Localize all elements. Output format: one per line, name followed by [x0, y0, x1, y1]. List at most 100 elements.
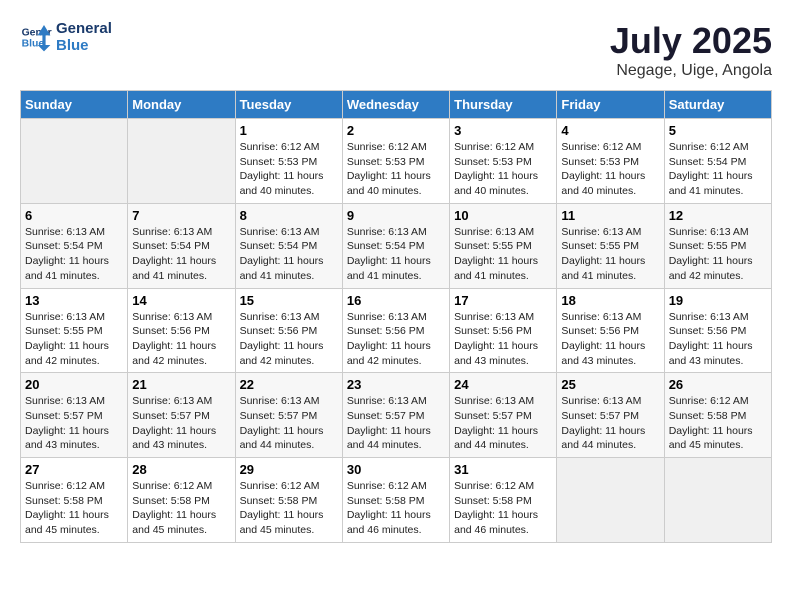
- sunset-label: Sunset: 5:54 PM: [240, 240, 318, 252]
- sunset-label: Sunset: 5:54 PM: [669, 156, 747, 168]
- sunset-label: Sunset: 5:55 PM: [561, 240, 639, 252]
- weekday-header: Sunday: [21, 91, 128, 119]
- sunrise-label: Sunrise: 6:12 AM: [347, 141, 427, 153]
- weekday-header: Friday: [557, 91, 664, 119]
- sunrise-label: Sunrise: 6:13 AM: [132, 226, 212, 238]
- calendar-week-row: 1Sunrise: 6:12 AMSunset: 5:53 PMDaylight…: [21, 119, 772, 204]
- day-info: Sunrise: 6:13 AMSunset: 5:56 PMDaylight:…: [240, 310, 338, 369]
- day-info: Sunrise: 6:13 AMSunset: 5:54 PMDaylight:…: [25, 225, 123, 284]
- daylight-label: Daylight: 11 hours and 46 minutes.: [454, 509, 538, 536]
- calendar-week-row: 27Sunrise: 6:12 AMSunset: 5:58 PMDayligh…: [21, 458, 772, 543]
- calendar-cell: 14Sunrise: 6:13 AMSunset: 5:56 PMDayligh…: [128, 288, 235, 373]
- sunrise-label: Sunrise: 6:13 AM: [669, 311, 749, 323]
- daylight-label: Daylight: 11 hours and 44 minutes.: [347, 425, 431, 452]
- day-info: Sunrise: 6:13 AMSunset: 5:57 PMDaylight:…: [240, 394, 338, 453]
- sunset-label: Sunset: 5:58 PM: [347, 495, 425, 507]
- sunrise-label: Sunrise: 6:13 AM: [669, 226, 749, 238]
- sunrise-label: Sunrise: 6:13 AM: [454, 311, 534, 323]
- sunrise-label: Sunrise: 6:13 AM: [25, 226, 105, 238]
- sunrise-label: Sunrise: 6:13 AM: [347, 311, 427, 323]
- day-info: Sunrise: 6:13 AMSunset: 5:56 PMDaylight:…: [132, 310, 230, 369]
- calendar-cell: 25 Sunrise: 6:13 AMSunset: 5:57 PMDayligh…: [557, 373, 664, 458]
- sunrise-label: Sunrise: 6:12 AM: [132, 480, 212, 492]
- day-info: Sunrise: 6:13 AMSunset: 5:55 PMDaylight:…: [454, 225, 552, 284]
- calendar-cell: 8Sunrise: 6:13 AMSunset: 5:54 PMDaylight…: [235, 203, 342, 288]
- day-info: Sunrise: 6:13 AM Sunset: 5:54 PM Daylight:…: [240, 225, 338, 284]
- day-number: 4: [561, 123, 659, 138]
- calendar-cell: 13Sunrise: 6:13 AMSunset: 5:55 PMDayligh…: [21, 288, 128, 373]
- daylight-label: Daylight: 11 hours and 40 minutes.: [347, 170, 431, 197]
- day-number: 16: [347, 293, 445, 308]
- daylight-label: Daylight: 11 hours and 40 minutes.: [454, 170, 538, 197]
- daylight-label: Daylight: 11 hours and 41 minutes.: [561, 255, 645, 282]
- sunrise-label: Sunrise: 6:13 AM: [25, 395, 105, 407]
- daylight-label: Daylight: 11 hours and 42 minutes.: [132, 340, 216, 367]
- sunset-label: Sunset: 5:58 PM: [132, 495, 210, 507]
- weekday-header: Wednesday: [342, 91, 449, 119]
- sunset-label: Sunset: 5:58 PM: [240, 495, 318, 507]
- day-info: Sunrise: 6:12 AMSunset: 5:53 PMDaylight:…: [454, 140, 552, 199]
- day-info: Sunrise: 6:12 AMSunset: 5:53 PMDaylight:…: [561, 140, 659, 199]
- sunrise-label: Sunrise: 6:13 AM: [25, 311, 105, 323]
- sunrise-label: Sunrise: 6:13 AM: [240, 226, 320, 238]
- sunset-label: Sunset: 5:55 PM: [454, 240, 532, 252]
- calendar-cell: [664, 458, 771, 543]
- calendar-cell: 27 Sunrise: 6:12 AMSunset: 5:58 PMDayligh…: [21, 458, 128, 543]
- day-info: Sunrise: 6:12 AMSunset: 5:58 PMDaylight:…: [25, 479, 123, 538]
- calendar-cell: 18 Sunrise: 6:13 AMSunset: 5:56 PMDayligh…: [557, 288, 664, 373]
- calendar-week-row: 20Sunrise: 6:13 AMSunset: 5:57 PMDayligh…: [21, 373, 772, 458]
- sunrise-label: Sunrise: 6:13 AM: [132, 311, 212, 323]
- sunset-label: Sunset: 5:57 PM: [25, 410, 103, 422]
- sunrise-label: Sunrise: 6:12 AM: [454, 141, 534, 153]
- day-number: 21: [132, 377, 230, 392]
- day-info: Sunrise: 6:13 AMSunset: 5:56 PMDaylight:…: [561, 310, 659, 369]
- calendar-cell: 15Sunrise: 6:13 AMSunset: 5:56 PMDayligh…: [235, 288, 342, 373]
- daylight-label: Daylight: 11 hours and 41 minutes.: [132, 255, 216, 282]
- day-number: 25: [561, 377, 659, 392]
- daylight-label: Daylight: 11 hours and 44 minutes.: [561, 425, 645, 452]
- sunrise-label: Sunrise: 6:13 AM: [561, 311, 641, 323]
- day-info: Sunrise: 6:13 AMSunset: 5:56 PMDaylight:…: [454, 310, 552, 369]
- daylight-label: Daylight: 11 hours and 43 minutes.: [561, 340, 645, 367]
- day-info: Sunrise: 6:13 AMSunset: 5:55 PMDaylight:…: [561, 225, 659, 284]
- calendar-week-row: 6Sunrise: 6:13 AMSunset: 5:54 PMDaylight…: [21, 203, 772, 288]
- day-number: 1: [240, 123, 338, 138]
- daylight-label: Daylight: 11 hours and 46 minutes.: [347, 509, 431, 536]
- daylight-label: Daylight: 11 hours and 45 minutes.: [25, 509, 109, 536]
- daylight-label: Daylight: 11 hours and 43 minutes.: [669, 340, 753, 367]
- month-title: July 2025: [610, 20, 772, 62]
- daylight-label: Daylight: 11 hours and 41 minutes.: [669, 170, 753, 197]
- sunset-label: Sunset: 5:57 PM: [347, 410, 425, 422]
- title-block: July 2025 Negage, Uige, Angola: [610, 20, 772, 80]
- weekday-header: Thursday: [450, 91, 557, 119]
- weekday-row: SundayMondayTuesdayWednesdayThursdayFrid…: [21, 91, 772, 119]
- sunset-label: Sunset: 5:56 PM: [347, 325, 425, 337]
- day-info: Sunrise: 6:13 AMSunset: 5:56 PMDaylight:…: [669, 310, 767, 369]
- day-info: Sunrise: 6:13 AMSunset: 5:54 PMDaylight:…: [347, 225, 445, 284]
- page-header: General Blue General Blue July 2025 Nega…: [20, 20, 772, 80]
- day-number: 5: [669, 123, 767, 138]
- calendar-cell: 2Sunrise: 6:12 AMSunset: 5:53 PMDaylight…: [342, 119, 449, 204]
- day-info: Sunrise: 6:13 AMSunset: 5:57 PMDaylight:…: [561, 394, 659, 453]
- day-info: Sunrise: 6:12 AMSunset: 5:58 PMDaylight:…: [240, 479, 338, 538]
- day-number: 27: [25, 462, 123, 477]
- day-number: 18: [561, 293, 659, 308]
- sunset-label: Sunset: 5:57 PM: [561, 410, 639, 422]
- calendar-cell: [21, 119, 128, 204]
- sunset-label: Sunset: 5:56 PM: [240, 325, 318, 337]
- sunrise-label: Sunrise: 6:12 AM: [669, 395, 749, 407]
- daylight-label: Daylight: 11 hours and 42 minutes.: [669, 255, 753, 282]
- calendar-cell: 11Sunrise: 6:13 AMSunset: 5:55 PMDayligh…: [557, 203, 664, 288]
- day-info: Sunrise: 6:12 AMSunset: 5:53 PMDaylight:…: [347, 140, 445, 199]
- sunset-label: Sunset: 5:53 PM: [561, 156, 639, 168]
- day-info: Sunrise: 6:12 AMSunset: 5:53 PMDaylight:…: [240, 140, 338, 199]
- sunrise-label: Sunrise: 6:12 AM: [240, 480, 320, 492]
- calendar-cell: 26Sunrise: 6:12 AMSunset: 5:58 PMDayligh…: [664, 373, 771, 458]
- calendar-cell: 21Sunrise: 6:13 AMSunset: 5:57 PMDayligh…: [128, 373, 235, 458]
- sunrise-label: Sunrise: 6:12 AM: [561, 141, 641, 153]
- daylight-label: Daylight: 11 hours and 41 minutes.: [454, 255, 538, 282]
- daylight-label: Daylight: 11 hours and 41 minutes.: [240, 255, 324, 282]
- sunrise-label: Sunrise: 6:12 AM: [454, 480, 534, 492]
- sunset-label: Sunset: 5:56 PM: [454, 325, 532, 337]
- calendar-cell: 4Sunrise: 6:12 AMSunset: 5:53 PMDaylight…: [557, 119, 664, 204]
